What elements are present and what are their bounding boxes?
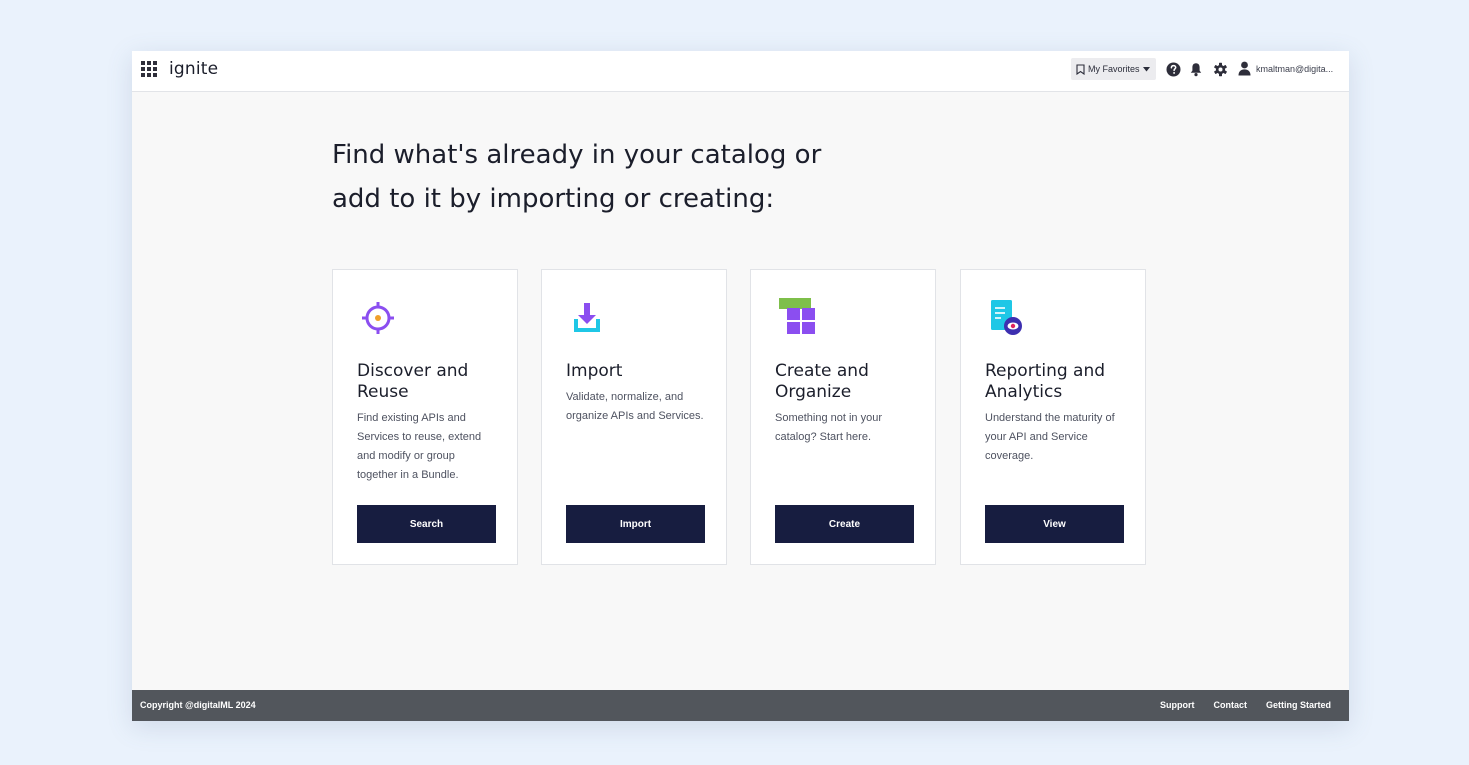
report-document-icon <box>986 298 1026 338</box>
my-favorites-dropdown[interactable]: My Favorites <box>1071 58 1156 80</box>
card-title-line-2: Analytics <box>985 382 1063 402</box>
card-description: Something not in your catalog? Start her… <box>775 412 883 443</box>
ignite-logo[interactable]: ignite <box>169 59 218 79</box>
card-title-line-1: Reporting and <box>985 361 1106 381</box>
footer-link-getting-started[interactable]: Getting Started <box>1266 700 1331 710</box>
card-description: Validate, normalize, and organize APIs a… <box>566 391 704 422</box>
headline-line-2: add to it by importing or creating: <box>332 184 775 214</box>
import-download-icon <box>567 298 607 338</box>
my-favorites-label: My Favorites <box>1088 64 1140 74</box>
caret-down-icon <box>1142 66 1150 71</box>
card-title-line-1: Create and <box>775 361 869 381</box>
blocks-grid-icon <box>776 298 816 338</box>
bookmark-icon <box>1076 63 1085 75</box>
import-card: Import Validate, normalize, and organize… <box>541 269 727 565</box>
user-avatar-icon <box>1238 61 1251 76</box>
footer-link-support[interactable]: Support <box>1160 700 1195 710</box>
import-button[interactable]: Import <box>566 505 705 543</box>
card-title-line-2: Organize <box>775 382 852 402</box>
card-description: Find existing APIs and Services to reuse… <box>357 412 482 481</box>
search-button[interactable]: Search <box>357 505 496 543</box>
copyright-text: Copyright @digitalML 2024 <box>140 700 256 710</box>
notifications-bell-icon[interactable] <box>1189 62 1204 77</box>
card-title: Import <box>566 361 716 382</box>
card-title: Reporting and Analytics <box>985 361 1135 403</box>
create-button[interactable]: Create <box>775 505 914 543</box>
card-title-line-1: Import <box>566 361 623 381</box>
reporting-and-analytics-card: Reporting and Analytics Understand the m… <box>960 269 1146 565</box>
create-and-organize-card: Create and Organize Something not in you… <box>750 269 936 565</box>
card-title-line-1: Discover and <box>357 361 469 381</box>
user-email: kmaltman@digita... <box>1256 63 1334 74</box>
card-title-line-2: Reuse <box>357 382 409 402</box>
top-navigation-bar: ignite My Favorites kmaltman@digita... <box>132 51 1349 92</box>
settings-gear-icon[interactable] <box>1213 62 1228 77</box>
card-description: Understand the maturity of your API and … <box>985 412 1115 462</box>
view-button[interactable]: View <box>985 505 1124 543</box>
card-title: Create and Organize <box>775 361 925 403</box>
footer-links: Support Contact Getting Started <box>1160 700 1331 710</box>
footer: Copyright @digitalML 2024 Support Contac… <box>132 690 1349 721</box>
target-icon <box>358 298 398 338</box>
app-launcher-grid-icon[interactable] <box>141 61 157 77</box>
discover-and-reuse-card: Discover and Reuse Find existing APIs an… <box>332 269 518 565</box>
help-icon[interactable] <box>1166 62 1181 77</box>
app-window: ignite My Favorites kmaltman@digita... F… <box>132 51 1349 721</box>
page-headline: Find what's already in your catalog or a… <box>332 133 952 221</box>
user-account-menu[interactable]: kmaltman@digita... <box>1238 61 1348 76</box>
footer-link-contact[interactable]: Contact <box>1213 700 1247 710</box>
headline-line-1: Find what's already in your catalog or <box>332 140 822 170</box>
card-title: Discover and Reuse <box>357 361 507 403</box>
